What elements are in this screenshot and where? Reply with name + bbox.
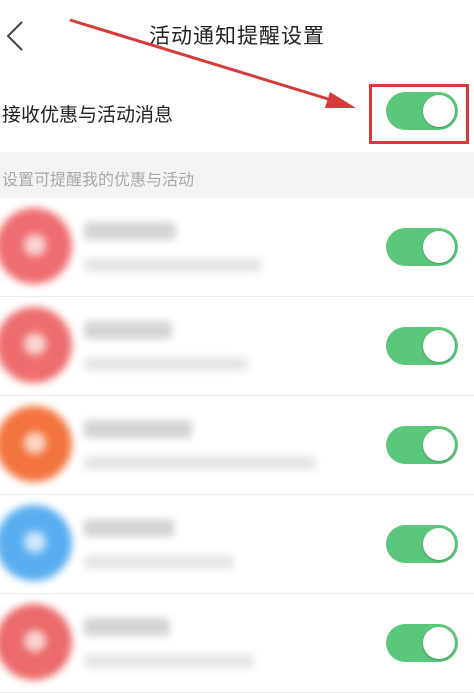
list-item: [0, 396, 474, 495]
merchant-toggle[interactable]: [386, 228, 458, 266]
toggle-knob: [423, 429, 455, 461]
toggle-knob: [423, 330, 455, 362]
master-setting-label: 接收优惠与活动消息: [2, 104, 174, 126]
blurred-description: [84, 357, 248, 371]
merchant-toggle[interactable]: [386, 624, 458, 662]
blurred-name: [84, 222, 176, 240]
merchant-logo: [0, 604, 72, 680]
blurred-name: [84, 420, 192, 438]
merchant-toggle[interactable]: [386, 327, 458, 365]
merchant-logo: [0, 505, 72, 581]
merchant-toggle[interactable]: [386, 525, 458, 563]
toggle-knob: [423, 627, 455, 659]
toggle-knob: [423, 528, 455, 560]
merchant-logo: [0, 208, 72, 284]
list-item: [0, 297, 474, 396]
section-header: 设置可提醒我的优惠与活动: [0, 152, 474, 198]
section-label: 设置可提醒我的优惠与活动: [2, 170, 195, 189]
blurred-description: [84, 654, 254, 668]
blurred-name: [84, 618, 170, 636]
blurred-description: [84, 456, 316, 470]
merchant-toggle[interactable]: [386, 426, 458, 464]
list-item: [0, 495, 474, 594]
list-item: [0, 198, 474, 297]
app-header: 活动通知提醒设置: [0, 0, 474, 72]
toggle-knob: [423, 231, 455, 263]
page-title: 活动通知提醒设置: [149, 24, 325, 48]
merchant-logo: [0, 307, 72, 383]
blurred-description: [84, 555, 234, 569]
merchant-list: [0, 198, 474, 693]
merchant-logo: [0, 406, 72, 482]
blurred-name: [84, 519, 174, 537]
highlight-annotation: [369, 84, 469, 144]
blurred-description: [84, 258, 262, 272]
list-item: [0, 594, 474, 693]
blurred-name: [84, 321, 172, 339]
